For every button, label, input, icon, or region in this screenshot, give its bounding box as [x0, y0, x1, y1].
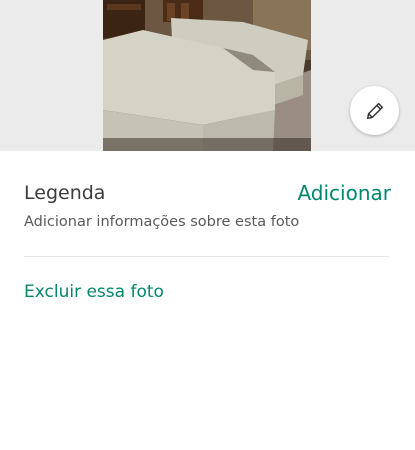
caption-row: Legenda Adicionar: [24, 180, 391, 208]
pencil-icon: [366, 102, 383, 119]
delete-photo-button[interactable]: Excluir essa foto: [24, 282, 164, 302]
divider: [24, 256, 389, 257]
caption-title: Legenda: [24, 182, 106, 204]
edit-photo-button[interactable]: [350, 86, 399, 135]
caption-description: Adicionar informações sobre esta foto: [24, 214, 300, 230]
room-photo: [103, 0, 311, 151]
add-caption-button[interactable]: Adicionar: [297, 181, 391, 205]
photo-area: [0, 0, 415, 151]
